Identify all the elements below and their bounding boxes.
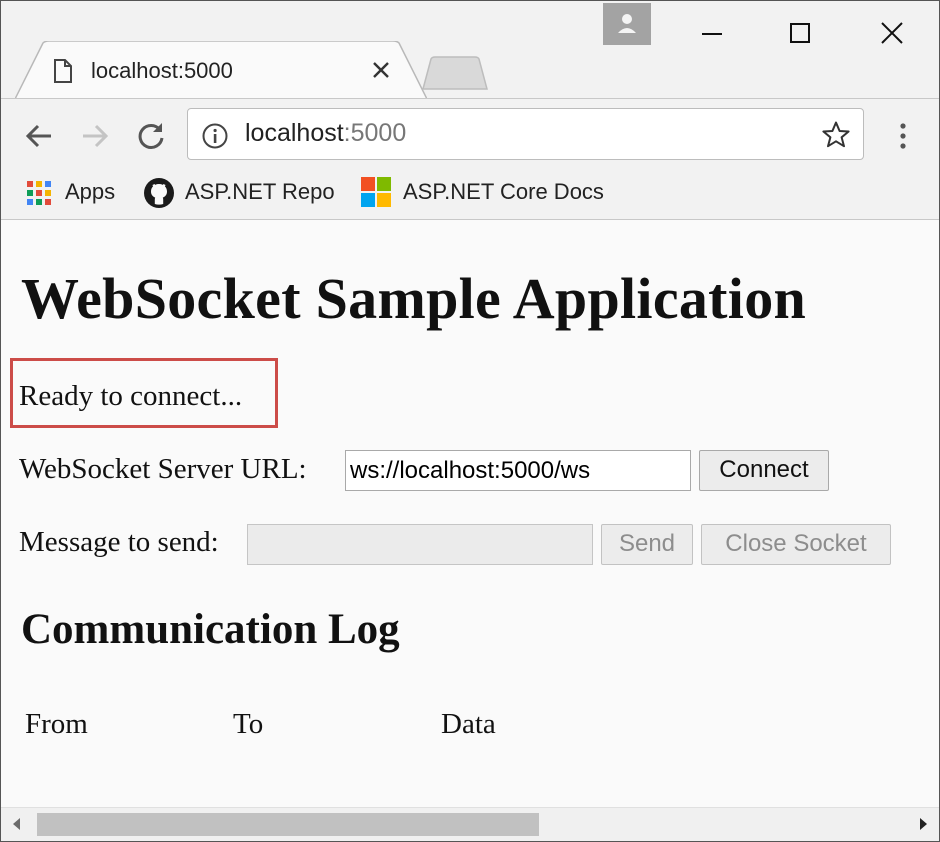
browser-window: localhost:5000 localhost:5000 Apps ASP.N… — [0, 0, 940, 842]
log-column-data: Data — [441, 708, 496, 740]
github-icon — [144, 178, 174, 208]
log-column-from: From — [25, 708, 88, 740]
minimize-icon[interactable] — [689, 11, 735, 55]
scroll-right-icon[interactable] — [913, 814, 933, 834]
scroll-left-icon[interactable] — [7, 814, 27, 834]
profile-button[interactable] — [603, 3, 651, 45]
close-window-icon[interactable] — [869, 11, 915, 55]
apps-grid-icon — [27, 181, 51, 205]
message-label: Message to send: — [19, 526, 219, 558]
page-title: WebSocket Sample Application — [21, 266, 807, 331]
back-icon[interactable] — [21, 118, 57, 154]
info-icon[interactable] — [201, 122, 229, 150]
reload-icon[interactable] — [133, 118, 169, 154]
address-url: localhost:5000 — [245, 119, 406, 148]
tab-title: localhost:5000 — [91, 58, 233, 83]
maximize-icon[interactable] — [777, 11, 823, 55]
menu-icon[interactable] — [891, 119, 915, 153]
send-button[interactable]: Send — [601, 524, 693, 565]
bookmark-label: ASP.NET Core Docs — [403, 179, 604, 204]
bookmark-aspnet-core-docs[interactable]: ASP.NET Core Docs — [357, 173, 617, 211]
url-label: WebSocket Server URL: — [19, 453, 307, 485]
page-icon — [54, 59, 72, 83]
log-column-to: To — [233, 708, 264, 740]
communication-log-heading: Communication Log — [21, 606, 400, 653]
connect-button[interactable]: Connect — [699, 450, 829, 491]
connection-status: Ready to connect... — [19, 380, 243, 412]
page-content: WebSocket Sample Application Ready to co… — [1, 220, 939, 807]
message-input[interactable] — [247, 524, 593, 565]
close-socket-button[interactable]: Close Socket — [701, 524, 891, 565]
bookmark-label: ASP.NET Repo — [185, 179, 335, 204]
bookmark-apps[interactable]: Apps — [21, 173, 123, 211]
person-icon — [618, 14, 636, 33]
bookmark-label: Apps — [65, 179, 116, 204]
url-host: localhost — [245, 119, 344, 147]
forward-icon[interactable] — [77, 118, 113, 154]
bookmark-star-icon[interactable] — [821, 120, 851, 150]
close-tab-icon[interactable] — [368, 57, 394, 83]
new-tab-button[interactable] — [419, 55, 491, 91]
windows-logo-icon — [361, 177, 391, 207]
url-port: :5000 — [343, 119, 407, 147]
server-url-input[interactable] — [345, 450, 691, 491]
bookmark-aspnet-repo[interactable]: ASP.NET Repo — [141, 173, 341, 211]
scrollbar-thumb[interactable] — [37, 813, 539, 836]
